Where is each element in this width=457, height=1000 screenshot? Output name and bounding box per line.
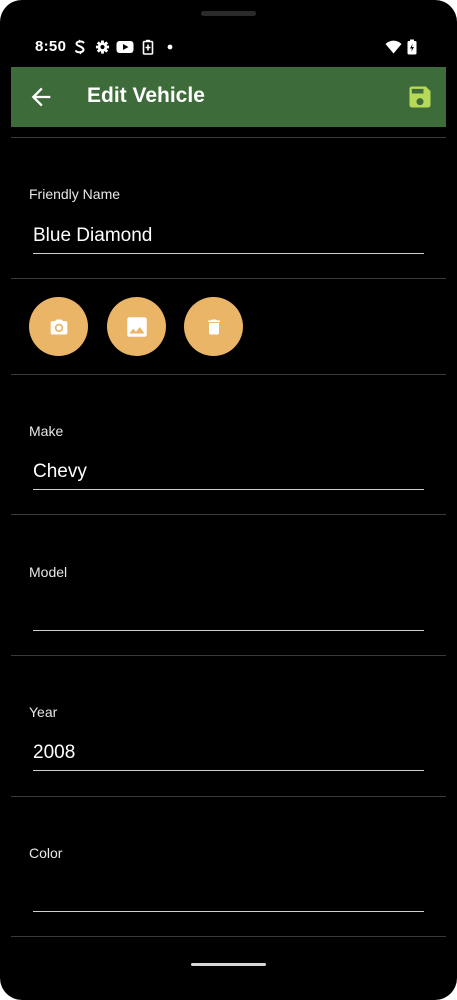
youtube-icon xyxy=(116,39,134,55)
screen: 8:50 Edit Vehicle Friendly Name Blue Dia… xyxy=(11,28,446,978)
camera-button[interactable] xyxy=(29,297,88,356)
trash-icon xyxy=(207,319,220,334)
battery-icon xyxy=(407,39,417,55)
divider xyxy=(11,278,446,279)
divider xyxy=(11,796,446,797)
divider xyxy=(11,655,446,656)
speaker-grille xyxy=(201,11,256,16)
status-bar: 8:50 xyxy=(11,28,446,66)
divider xyxy=(11,514,446,515)
save-button[interactable] xyxy=(406,83,434,111)
year-input[interactable] xyxy=(33,736,424,771)
device-frame: 8:50 Edit Vehicle Friendly Name Blue Dia… xyxy=(0,0,457,1000)
save-icon xyxy=(409,86,431,108)
model-label: Model xyxy=(29,564,68,580)
app-bar: Edit Vehicle xyxy=(11,67,446,127)
divider xyxy=(11,374,446,375)
model-input[interactable] xyxy=(33,596,424,631)
gallery-button[interactable] xyxy=(107,297,166,356)
dot-icon xyxy=(167,44,173,60)
page-title: Edit Vehicle xyxy=(87,84,205,107)
year-label: Year xyxy=(29,704,58,720)
wifi-icon xyxy=(385,39,402,55)
divider xyxy=(11,936,446,937)
status-time: 8:50 xyxy=(35,38,67,55)
friendly-name-input[interactable] xyxy=(33,219,424,254)
image-icon xyxy=(126,316,147,337)
settings-icon xyxy=(95,39,110,55)
home-indicator[interactable] xyxy=(191,963,266,966)
color-label: Color xyxy=(29,845,63,861)
s-notification-icon xyxy=(73,39,87,55)
delete-photo-button[interactable] xyxy=(184,297,243,356)
camera-icon xyxy=(50,319,67,334)
battery-saver-icon xyxy=(142,39,154,55)
color-input[interactable] xyxy=(33,877,424,912)
divider xyxy=(11,137,446,138)
friendly-name-label: Friendly Name xyxy=(29,186,121,202)
back-button[interactable] xyxy=(27,83,55,111)
make-input[interactable] xyxy=(33,455,424,490)
arrow-back-icon xyxy=(31,87,51,107)
make-label: Make xyxy=(29,423,64,439)
